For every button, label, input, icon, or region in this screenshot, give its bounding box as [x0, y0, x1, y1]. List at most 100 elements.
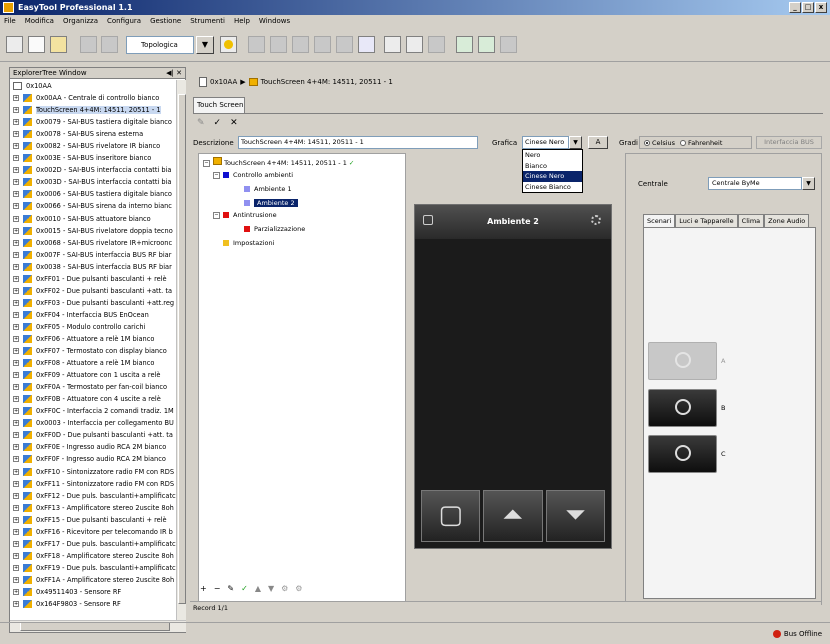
collapse-icon[interactable]: − [213, 171, 220, 179]
explorer-item[interactable]: +0x002D - SAI-BUS interfaccia contatti b… [10, 164, 176, 176]
view-mode-combo[interactable]: Topologica [126, 36, 194, 54]
tab-touch-screen[interactable]: Touch Screen [193, 97, 245, 113]
centrale-dropdown-button[interactable]: ▼ [802, 177, 815, 190]
explorer-item[interactable]: +0x0003 - Interfaccia per collegamento B… [10, 417, 176, 429]
tree-node-controllo-ambienti[interactable]: − Controllo ambienti [213, 169, 293, 181]
grafica-option-cinese-nero[interactable]: Cinese Nero [523, 171, 582, 182]
explorer-item[interactable]: +0xFF02 - Due pulsanti basculanti +att. … [10, 285, 176, 297]
tool-icon-8[interactable] [406, 36, 423, 53]
add-node-button[interactable]: + [200, 583, 207, 595]
tool-b-button[interactable]: ⚙ [295, 583, 302, 595]
explorer-item[interactable]: +0xFF0C - Interfaccia 2 comandi tradiz. … [10, 405, 176, 417]
expand-icon[interactable]: + [13, 251, 19, 258]
explorer-item[interactable]: +0xFF16 - Ricevitore per telecomando IR … [10, 526, 176, 538]
new-document-icon[interactable] [28, 36, 45, 53]
scene-b-button[interactable] [648, 389, 717, 427]
tool-icon-3[interactable] [292, 36, 309, 53]
collapse-icon[interactable]: − [203, 159, 210, 167]
collapse-icon[interactable]: − [213, 211, 220, 219]
maximize-button[interactable]: □ [802, 2, 814, 13]
expand-icon[interactable]: + [13, 444, 19, 451]
tool-icon-2[interactable] [270, 36, 287, 53]
down-icon[interactable]: ⏷ [545, 490, 605, 542]
tool-icon-1[interactable] [248, 36, 265, 53]
confirm-node-button[interactable]: ✓ [241, 583, 248, 595]
explorer-item[interactable]: +0xFF08 - Attuatore a relè 1M bianco [10, 357, 176, 369]
tool-icon-7[interactable] [384, 36, 401, 53]
grafica-dropdown-button[interactable]: ▼ [569, 136, 582, 149]
description-input[interactable]: TouchScreen 4+4M: 14511, 20511 - 1 [238, 136, 478, 149]
tool-icon-12[interactable] [500, 36, 517, 53]
explorer-item[interactable]: +0xFF17 - Due puls. basculanti+amplifica… [10, 538, 176, 550]
explorer-item[interactable]: +0x0082 - SAI-BUS rivelatore IR bianco [10, 140, 176, 152]
grafica-select[interactable]: Cinese Nero [522, 136, 569, 149]
explorer-item[interactable]: +0xFF0A - Termostato per fan-coil bianco [10, 381, 176, 393]
explorer-item[interactable]: + TouchScreen 4+4M: 14511, 20511 - 1 [10, 104, 176, 116]
grafica-option-bianco[interactable]: Bianco [523, 161, 582, 172]
explorer-item[interactable]: +0xFF12 - Due puls. basculanti+amplifica… [10, 490, 176, 502]
expand-icon[interactable]: + [13, 564, 19, 571]
explorer-item[interactable]: +0x0015 - SAI-BUS rivelatore doppia tecn… [10, 225, 176, 237]
centrale-select[interactable]: Centrale ByMe [708, 177, 802, 190]
menu-gestione[interactable]: Gestione [150, 15, 181, 28]
explorer-item[interactable]: +0x49511403 - Sensore RF [10, 586, 176, 598]
expand-icon[interactable]: + [13, 588, 19, 595]
expand-icon[interactable]: + [13, 227, 19, 234]
tool-icon-4[interactable] [314, 36, 331, 53]
expand-icon[interactable]: + [13, 492, 19, 499]
explorer-item[interactable]: +0xFF06 - Attuatore a relè 1M bianco [10, 333, 176, 345]
explorer-item[interactable]: +0xFF0F - Ingresso audio RCA 2M bianco [10, 453, 176, 465]
explorer-item[interactable]: +0xFF05 - Modulo controllo carichi [10, 321, 176, 333]
explorer-item[interactable]: +0x0006 - SAI-BUS tastiera digitale bian… [10, 188, 176, 200]
explorer-item[interactable]: +0xFF0B - Attuatore con 4 uscite a relè [10, 393, 176, 405]
explorer-item[interactable]: +0x00AA - Centrale di controllo bianco [10, 92, 176, 104]
explorer-item[interactable]: +0x007F - SAI-BUS interfaccia BUS RF bia… [10, 249, 176, 261]
explorer-item[interactable]: +0xFF10 - Sintonizzatore radio FM con RD… [10, 466, 176, 478]
explorer-item[interactable]: +0x0068 - SAI-BUS rivelatore IR+microonc [10, 237, 176, 249]
explorer-item[interactable]: +0xFF01 - Due pulsanti basculanti + relè [10, 273, 176, 285]
expand-icon[interactable]: + [13, 95, 19, 102]
upload-icon[interactable] [358, 36, 375, 53]
expand-icon[interactable]: + [13, 287, 19, 294]
tool-a-button[interactable]: ⚙ [281, 583, 288, 595]
explorer-vertical-scrollbar[interactable] [176, 80, 186, 620]
explorer-item[interactable]: +0xFF13 - Amplificatore stereo 2uscite 8… [10, 502, 176, 514]
explorer-item[interactable]: +0x003D - SAI-BUS interfaccia contatti b… [10, 176, 176, 188]
menu-windows[interactable]: Windows [259, 15, 290, 28]
expand-icon[interactable]: + [13, 432, 19, 439]
tool-icon-5[interactable] [336, 36, 353, 53]
explorer-item[interactable]: +0x0010 - SAI-BUS attuatore bianco [10, 213, 176, 225]
tool-icon-10[interactable] [456, 36, 473, 53]
minimize-button[interactable]: _ [789, 2, 801, 13]
menu-help[interactable]: Help [234, 15, 250, 28]
expand-icon[interactable]: + [13, 263, 19, 270]
font-a-button[interactable]: A [588, 136, 608, 149]
fahrenheit-radio[interactable]: Fahrenheit [680, 139, 722, 147]
menu-strumenti[interactable]: Strumenti [190, 15, 225, 28]
expand-icon[interactable]: + [13, 420, 19, 427]
edit-node-button[interactable]: ✎ [227, 583, 234, 595]
expand-icon[interactable]: + [13, 601, 19, 608]
expand-icon[interactable]: + [13, 143, 19, 150]
move-down-button[interactable]: ▼ [268, 583, 274, 595]
expand-icon[interactable]: + [13, 275, 19, 282]
expand-icon[interactable]: + [13, 372, 19, 379]
explorer-item[interactable]: +0x003E - SAI-BUS inseritore bianco [10, 152, 176, 164]
edit-icon[interactable]: ✎ [197, 117, 205, 129]
pages-icon[interactable]: ▢ [421, 490, 481, 542]
tool-icon-9[interactable] [428, 36, 445, 53]
explorer-item[interactable]: +0x0066 - SAI-BUS sirena da interno bian… [10, 200, 176, 212]
scene-c-button[interactable] [648, 435, 717, 473]
menu-configura[interactable]: Configura [107, 15, 141, 28]
confirm-icon[interactable]: ✓ [214, 117, 222, 129]
expand-icon[interactable]: + [13, 239, 19, 246]
expand-icon[interactable]: + [13, 335, 19, 342]
expand-icon[interactable]: + [13, 323, 19, 330]
breadcrumb-root[interactable]: 0x10AA [210, 75, 237, 89]
expand-icon[interactable]: + [13, 299, 19, 306]
tree-node-antintrusione[interactable]: − Antintrusione [213, 209, 277, 221]
explorer-controls[interactable]: ◀| ✕ [166, 68, 182, 79]
scene-a-button[interactable] [648, 342, 717, 380]
expand-icon[interactable]: + [13, 504, 19, 511]
expand-icon[interactable]: + [13, 179, 19, 186]
